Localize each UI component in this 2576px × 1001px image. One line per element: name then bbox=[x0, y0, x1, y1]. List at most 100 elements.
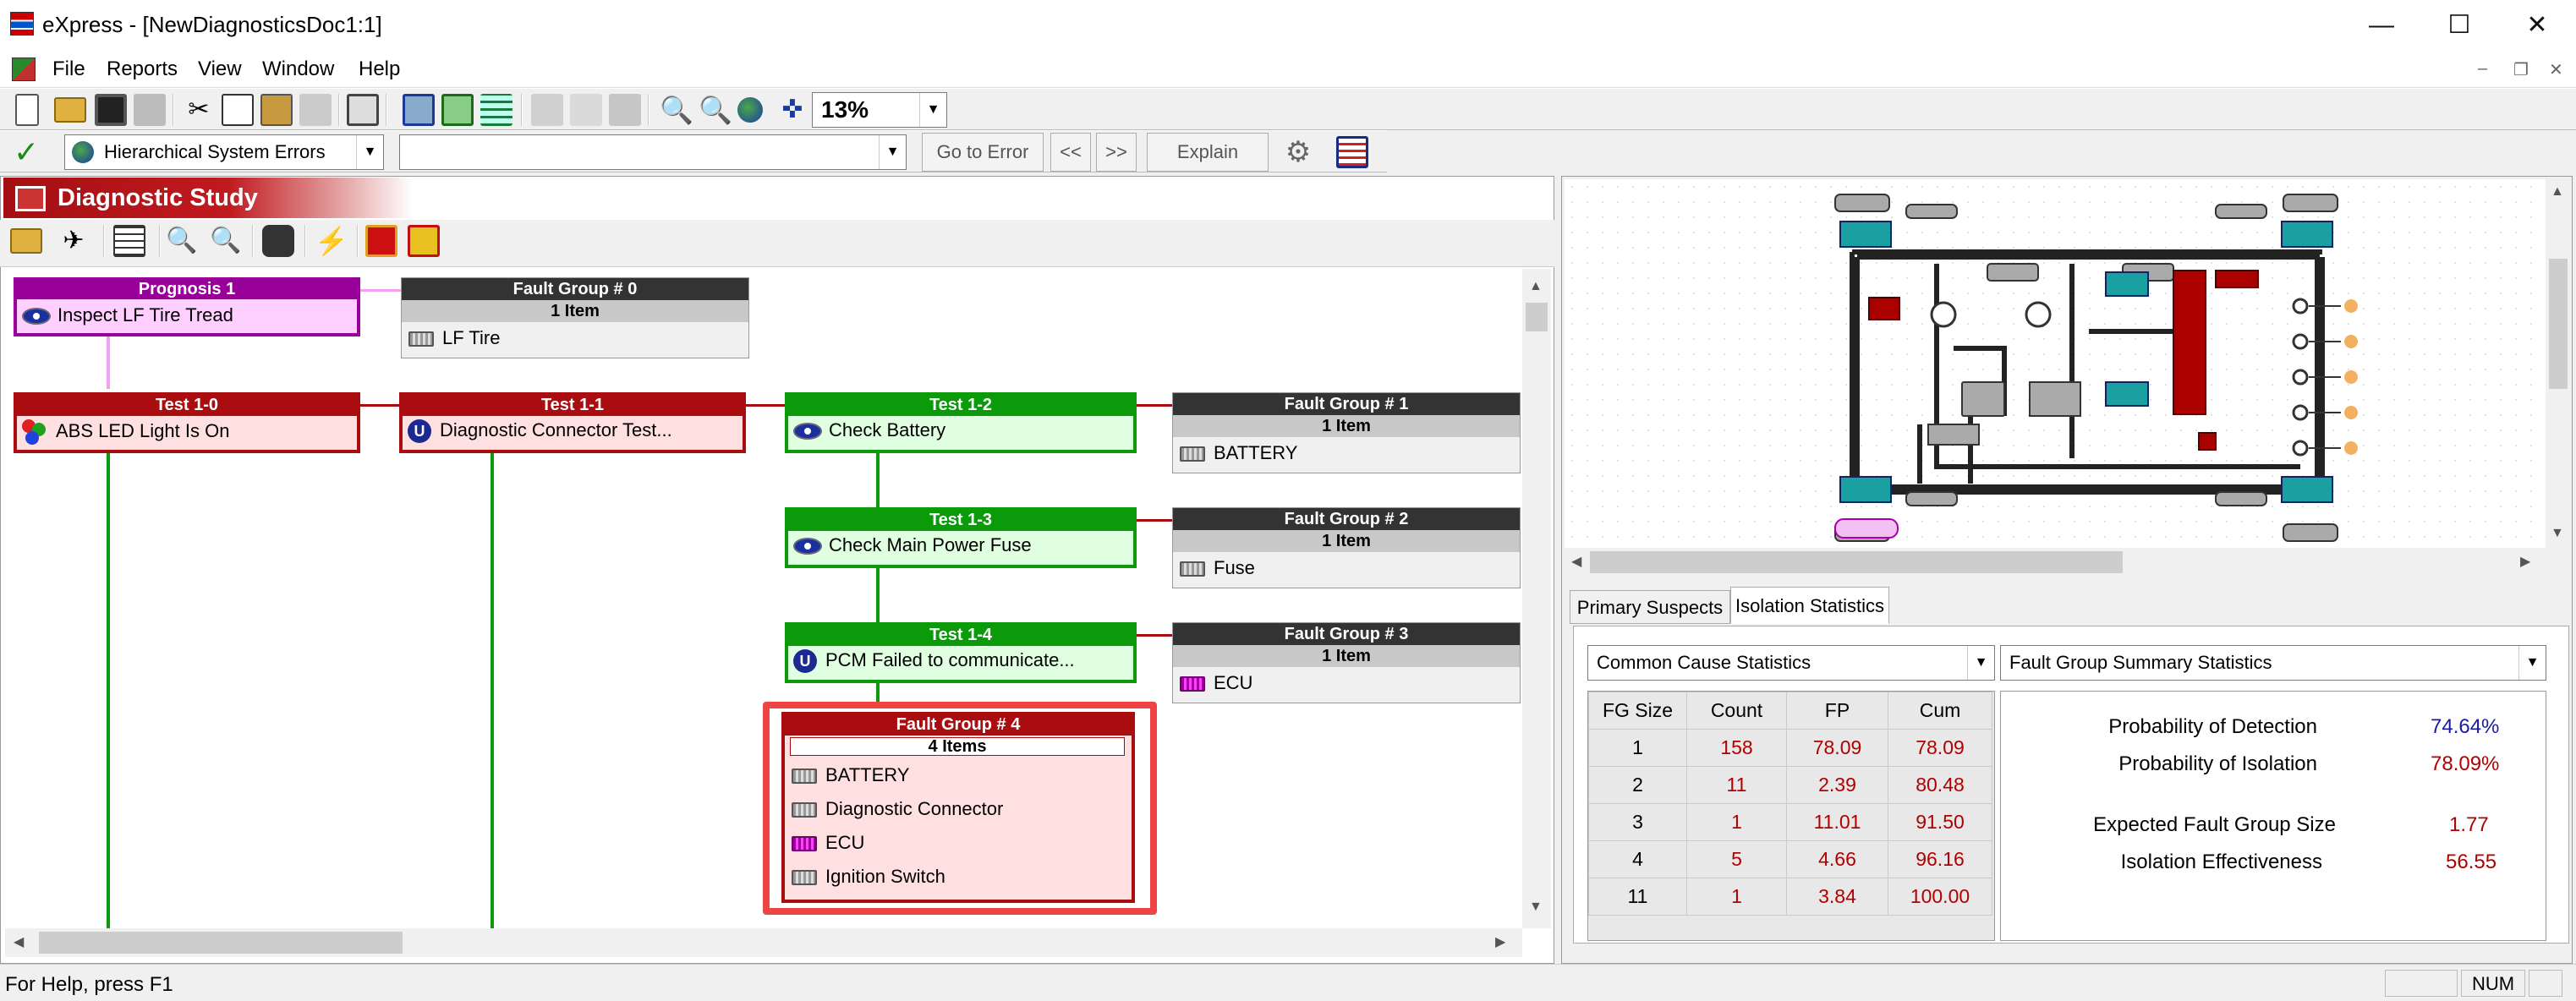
zoom-in-icon[interactable]: 🔍 bbox=[166, 225, 198, 257]
common-cause-combo[interactable]: Common Cause Statistics ▼ bbox=[1587, 645, 1995, 681]
open-folder-icon[interactable] bbox=[54, 97, 86, 123]
menu-file[interactable]: File bbox=[52, 57, 85, 81]
hierarchy-icon[interactable] bbox=[531, 94, 563, 126]
lightning-icon[interactable]: ⚡ bbox=[315, 225, 348, 257]
fault-group-4-node[interactable]: Fault Group # 4 4 Items BATTERY Diagnost… bbox=[781, 712, 1135, 903]
zoom-out-icon[interactable]: 🔍 bbox=[699, 94, 732, 126]
menu-reports[interactable]: Reports bbox=[107, 57, 178, 81]
test-1-1-node[interactable]: Test 1-1 U Diagnostic Connector Test... bbox=[399, 392, 746, 453]
check-icon[interactable]: ✓ bbox=[14, 134, 39, 170]
fault-group-2-node[interactable]: Fault Group # 2 1 Item Fuse bbox=[1172, 507, 1521, 588]
explain-button[interactable]: Explain bbox=[1147, 133, 1269, 172]
next-error-button[interactable]: >> bbox=[1096, 133, 1137, 172]
tab-primary-suspects[interactable]: Primary Suspects bbox=[1570, 590, 1730, 624]
system-schematic-overview[interactable] bbox=[1565, 179, 2546, 555]
table-row[interactable]: 2 11 2.39 80.48 bbox=[1588, 766, 1992, 804]
test-1-4-node[interactable]: Test 1-4 U PCM Failed to communicate... bbox=[785, 622, 1137, 683]
menu-view[interactable]: View bbox=[198, 57, 242, 81]
new-file-icon[interactable] bbox=[15, 94, 39, 126]
previous-error-button[interactable]: << bbox=[1050, 133, 1091, 172]
save-icon[interactable] bbox=[95, 94, 127, 126]
mdi-close-icon[interactable]: ✕ bbox=[2549, 59, 2563, 80]
isolation-statistics-pane: Common Cause Statistics ▼ Fault Group Su… bbox=[1573, 626, 2569, 944]
chevron-down-icon[interactable]: ▼ bbox=[879, 135, 906, 169]
vertical-scrollbar[interactable]: ▲ ▼ bbox=[1522, 269, 1551, 928]
mdi-minimize-icon[interactable]: – bbox=[2478, 59, 2487, 79]
tree-split-icon[interactable] bbox=[441, 94, 474, 126]
cut-icon[interactable]: ✂ bbox=[183, 94, 215, 126]
chevron-down-icon[interactable]: ▼ bbox=[2518, 646, 2546, 680]
scroll-right-icon[interactable]: ▶ bbox=[2520, 553, 2530, 570]
find-binoculars-icon[interactable] bbox=[262, 225, 294, 257]
globe-icon[interactable] bbox=[737, 97, 763, 123]
scroll-thumb[interactable] bbox=[39, 932, 403, 954]
horizontal-scrollbar[interactable]: ◀ ▶ bbox=[5, 928, 1522, 957]
minimize-button[interactable]: — bbox=[2343, 0, 2420, 51]
row-header: 1 bbox=[1588, 729, 1687, 767]
scroll-thumb[interactable] bbox=[1590, 551, 2123, 573]
common-cause-table[interactable]: FG Size Count FP Cum 1 158 78.09 78.09 2 11 2… bbox=[1588, 692, 1992, 916]
scroll-down-icon[interactable]: ▼ bbox=[1529, 900, 1543, 915]
open-study-icon[interactable] bbox=[10, 228, 42, 254]
print-icon[interactable] bbox=[347, 94, 379, 126]
column-header[interactable]: FG Size bbox=[1588, 692, 1687, 730]
table-icon[interactable] bbox=[113, 225, 145, 257]
save-all-icon[interactable] bbox=[134, 94, 166, 126]
fault-group-3-node[interactable]: Fault Group # 3 1 Item ECU bbox=[1172, 622, 1521, 703]
fault-group-0-node[interactable]: Fault Group # 0 1 Item LF Tire bbox=[401, 277, 749, 358]
scroll-up-icon[interactable]: ▲ bbox=[1529, 279, 1543, 294]
scroll-thumb[interactable] bbox=[2549, 259, 2568, 389]
list-report-icon[interactable] bbox=[1336, 136, 1368, 168]
close-button[interactable]: ✕ bbox=[2498, 0, 2576, 51]
scroll-down-icon[interactable]: ▼ bbox=[2551, 526, 2564, 541]
menu-help[interactable]: Help bbox=[359, 57, 400, 81]
chevron-down-icon[interactable]: ▼ bbox=[356, 135, 383, 169]
diagnostic-tree-canvas[interactable]: Prognosis 1 Inspect LF Tire Tread Fault … bbox=[5, 269, 1527, 928]
connector-line bbox=[876, 683, 880, 702]
fit-icon[interactable]: ✜ bbox=[776, 94, 808, 126]
format-painter-icon[interactable] bbox=[299, 94, 332, 126]
scroll-up-icon[interactable]: ▲ bbox=[2551, 184, 2564, 200]
column-header[interactable]: Count bbox=[1686, 692, 1787, 730]
test-1-2-node[interactable]: Test 1-2 Check Battery bbox=[785, 392, 1137, 453]
settings-gear-icon[interactable]: ⚙ bbox=[1282, 136, 1314, 168]
schematic-horizontal-scrollbar[interactable]: ◀ ▶ bbox=[1565, 548, 2546, 577]
scroll-thumb[interactable] bbox=[1526, 303, 1548, 331]
chevron-down-icon[interactable]: ▼ bbox=[919, 93, 946, 127]
column-header[interactable]: FP bbox=[1786, 692, 1888, 730]
paste-icon[interactable] bbox=[260, 94, 293, 126]
go-to-error-button[interactable]: Go to Error bbox=[922, 133, 1044, 172]
page-icon[interactable] bbox=[609, 94, 641, 126]
scroll-left-icon[interactable]: ◀ bbox=[1571, 553, 1581, 570]
column-header[interactable]: Cum bbox=[1888, 692, 1992, 730]
tree-view-icon[interactable] bbox=[403, 94, 435, 126]
list-icon[interactable] bbox=[570, 94, 602, 126]
tab-isolation-statistics[interactable]: Isolation Statistics bbox=[1730, 587, 1889, 624]
mdi-restore-icon[interactable]: ❐ bbox=[2513, 59, 2529, 80]
table-row[interactable]: 4 5 4.66 96.16 bbox=[1588, 840, 1992, 878]
copy-icon[interactable] bbox=[222, 94, 254, 126]
scroll-right-icon[interactable]: ▶ bbox=[1495, 933, 1505, 950]
enter-yellow-icon[interactable] bbox=[408, 225, 440, 257]
table-row[interactable]: 3 1 11.01 91.50 bbox=[1588, 803, 1992, 841]
chevron-down-icon[interactable]: ▼ bbox=[1967, 646, 1994, 680]
error-list-combo[interactable]: ▼ bbox=[399, 134, 907, 170]
diagram-tools-icon[interactable]: ✈ bbox=[58, 225, 90, 257]
zoom-out-icon[interactable]: 🔍 bbox=[210, 225, 242, 257]
exit-red-icon[interactable] bbox=[365, 225, 397, 257]
summary-stats-combo[interactable]: Fault Group Summary Statistics ▼ bbox=[2000, 645, 2546, 681]
zoom-combo[interactable]: 13% ▼ bbox=[812, 92, 947, 128]
fault-group-1-node[interactable]: Fault Group # 1 1 Item BATTERY bbox=[1172, 392, 1521, 473]
test-1-3-node[interactable]: Test 1-3 Check Main Power Fuse bbox=[785, 507, 1137, 568]
schematic-vertical-scrollbar[interactable]: ▲ ▼ bbox=[2546, 179, 2571, 555]
menu-window[interactable]: Window bbox=[262, 57, 334, 81]
zoom-in-icon[interactable]: 🔍 bbox=[660, 94, 693, 126]
maximize-button[interactable]: ☐ bbox=[2420, 0, 2498, 51]
test-1-0-node[interactable]: Test 1-0 ABS LED Light Is On bbox=[14, 392, 360, 453]
grid-view-icon[interactable] bbox=[480, 94, 512, 126]
prognosis-node[interactable]: Prognosis 1 Inspect LF Tire Tread bbox=[14, 277, 360, 336]
error-mode-combo[interactable]: Hierarchical System Errors ▼ bbox=[64, 134, 384, 170]
table-row[interactable]: 11 1 3.84 100.00 bbox=[1588, 878, 1992, 916]
table-row[interactable]: 1 158 78.09 78.09 bbox=[1588, 729, 1992, 767]
scroll-left-icon[interactable]: ◀ bbox=[14, 933, 24, 950]
